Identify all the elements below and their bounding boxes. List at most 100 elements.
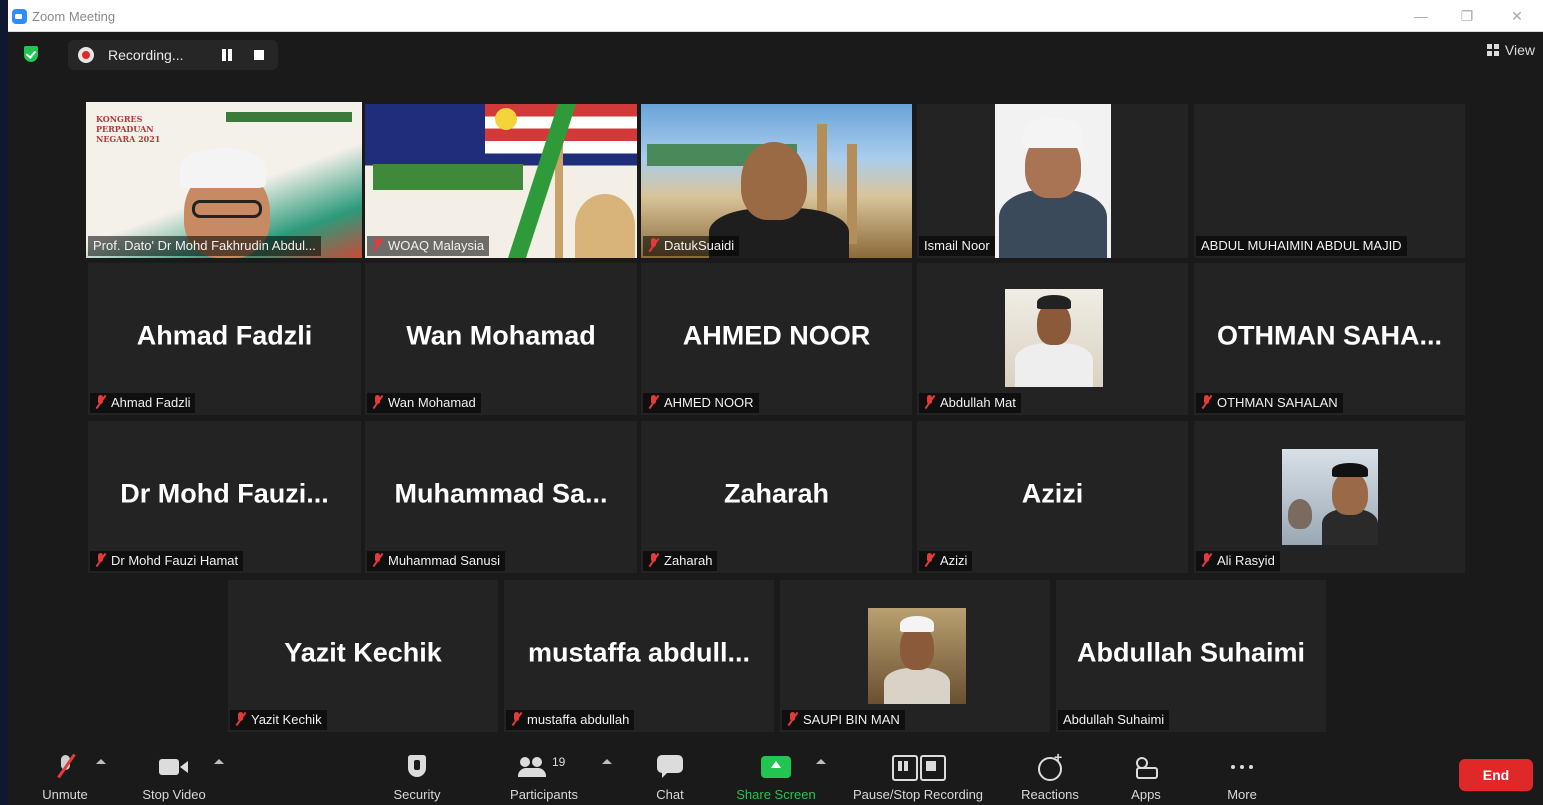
- glasses-graphic: [192, 200, 262, 218]
- muted-microphone-icon: [58, 755, 72, 779]
- share-screen-button[interactable]: Share Screen: [730, 749, 822, 803]
- participant-name: Ahmad Fadzli: [111, 395, 191, 410]
- apps-icon: [1134, 755, 1158, 779]
- video-tile[interactable]: Yazit Kechik Yazit Kechik: [228, 580, 498, 732]
- participant-name-tag: OTHMAN SAHALAN: [1196, 393, 1343, 413]
- participant-display-name: Wan Mohamad: [406, 320, 596, 351]
- participant-name-tag: Wan Mohamad: [367, 393, 481, 413]
- dome-graphic: [575, 194, 635, 258]
- participant-name: SAUPI BIN MAN: [803, 712, 900, 727]
- participant-cap-graphic: [1332, 463, 1368, 477]
- participant-name-tag: Abdullah Mat: [919, 393, 1021, 413]
- participant-name-tag: ABDUL MUHAIMIN ABDUL MAJID: [1196, 236, 1407, 256]
- share-options-caret-icon[interactable]: [816, 759, 826, 764]
- muted-mic-icon: [924, 553, 935, 567]
- recording-dot-icon: [78, 47, 94, 63]
- participant-name-tag: AHMED NOOR: [643, 393, 759, 413]
- unmute-button[interactable]: Unmute: [30, 749, 100, 803]
- pause-stop-recording-button[interactable]: Pause/Stop Recording: [844, 749, 992, 803]
- participant-name: Wan Mohamad: [388, 395, 476, 410]
- video-tile[interactable]: Azizi Azizi: [917, 421, 1188, 573]
- pause-stop-recording-icon: [890, 755, 946, 781]
- video-tile[interactable]: Ali Rasyid: [1194, 421, 1465, 573]
- participant-name: DatukSuaidi: [664, 238, 735, 253]
- video-tile[interactable]: AHMED NOOR AHMED NOOR: [641, 263, 912, 415]
- participant-name-tag: Prof. Dato' Dr Mohd Fakhrudin Abdul...: [88, 236, 321, 256]
- video-tile[interactable]: Muhammad Sa... Muhammad Sanusi: [365, 421, 637, 573]
- participant-name: OTHMAN SAHALAN: [1217, 395, 1338, 410]
- stop-video-button[interactable]: Stop Video: [134, 749, 214, 803]
- video-tile[interactable]: Zaharah Zaharah: [641, 421, 912, 573]
- window-title: Zoom Meeting: [32, 9, 116, 24]
- end-meeting-button[interactable]: End: [1459, 759, 1533, 791]
- video-tile[interactable]: Wan Mohamad Wan Mohamad: [365, 263, 637, 415]
- share-screen-icon: [761, 755, 791, 779]
- zoom-logo-icon: [12, 9, 27, 24]
- participant-name-tag: Muhammad Sanusi: [367, 551, 505, 571]
- video-tile-speaker[interactable]: KONGRES PERPADUAN NEGARA 2021 Prof. Dato' …: [86, 102, 362, 258]
- stop-recording-icon[interactable]: [254, 50, 264, 60]
- video-tile[interactable]: ABDUL MUHAIMIN ABDUL MAJID: [1194, 104, 1465, 258]
- zoom-meeting-window: Zoom Meeting — ❐ ✕ Recording... View KON…: [8, 0, 1543, 805]
- security-button[interactable]: Security: [382, 749, 452, 803]
- video-tile[interactable]: OTHMAN SAHA... OTHMAN SAHALAN: [1194, 263, 1465, 415]
- reactions-button[interactable]: Reactions: [1012, 749, 1088, 803]
- participants-button[interactable]: 19 Participants: [500, 749, 588, 803]
- participant-name-tag: Zaharah: [643, 551, 718, 571]
- participant-name-tag: DatukSuaidi: [643, 236, 740, 256]
- congress-banner-graphic: KONGRES PERPADUAN NEGARA 2021: [96, 114, 161, 144]
- audio-options-caret-icon[interactable]: [96, 759, 106, 764]
- participant-name: Dr Mohd Fauzi Hamat: [111, 553, 239, 568]
- participant-name: Ali Rasyid: [1217, 553, 1275, 568]
- meeting-toolbar: Unmute Stop Video Security 19 Participan…: [8, 745, 1543, 805]
- participant-name: Ismail Noor: [924, 238, 990, 253]
- more-button[interactable]: More: [1216, 749, 1268, 803]
- participant-name: ABDUL MUHAIMIN ABDUL MAJID: [1201, 238, 1402, 253]
- video-tile[interactable]: Abdullah Mat: [917, 263, 1188, 415]
- participant-video: [1282, 449, 1378, 545]
- apps-button[interactable]: Apps: [1120, 749, 1172, 803]
- video-tile[interactable]: DatukSuaidi: [641, 104, 912, 258]
- arabic-banner-graphic: [373, 164, 523, 190]
- meeting-top-bar: Recording... View: [8, 32, 1543, 76]
- background-person-graphic: [1288, 499, 1312, 529]
- recording-label: Recording...: [108, 47, 184, 63]
- participant-video: [1005, 289, 1103, 387]
- participant-name: Abdullah Mat: [940, 395, 1016, 410]
- video-tile[interactable]: Ahmad Fadzli Ahmad Fadzli: [88, 263, 361, 415]
- flag-star-graphic: [495, 108, 517, 130]
- video-tile[interactable]: Dr Mohd Fauzi... Dr Mohd Fauzi Hamat: [88, 421, 361, 573]
- pause-recording-icon[interactable]: [220, 49, 234, 61]
- participant-name-tag: mustaffa abdullah: [506, 710, 635, 730]
- close-icon[interactable]: ✕: [1503, 5, 1531, 27]
- video-tile[interactable]: SAUPI BIN MAN: [780, 580, 1050, 732]
- chat-label: Chat: [656, 787, 684, 802]
- encryption-shield-icon[interactable]: [24, 46, 38, 62]
- participant-face-graphic: [741, 142, 807, 220]
- restore-icon[interactable]: ❐: [1453, 5, 1481, 27]
- participant-name: Prof. Dato' Dr Mohd Fakhrudin Abdul...: [93, 238, 316, 253]
- participant-name: Abdullah Suhaimi: [1063, 712, 1165, 727]
- participant-name-tag: Yazit Kechik: [230, 710, 327, 730]
- participant-cap-graphic: [1037, 295, 1071, 309]
- pause-stop-recording-label: Pause/Stop Recording: [852, 787, 984, 802]
- participants-label: Participants: [510, 787, 578, 802]
- flag-canton-graphic: [365, 104, 485, 154]
- reactions-label: Reactions: [1021, 787, 1079, 802]
- muted-mic-icon: [372, 238, 383, 252]
- participant-display-name: Abdullah Suhaimi: [1076, 637, 1305, 668]
- view-button[interactable]: View: [1486, 42, 1535, 64]
- chat-button[interactable]: Chat: [644, 749, 696, 803]
- minimize-icon[interactable]: —: [1407, 5, 1435, 27]
- more-ellipsis-icon: [1227, 755, 1257, 779]
- title-bar: Zoom Meeting — ❐ ✕: [8, 0, 1543, 32]
- muted-mic-icon: [924, 395, 935, 409]
- video-tile[interactable]: WOAQ Malaysia: [365, 104, 637, 258]
- video-tile[interactable]: Ismail Noor: [917, 104, 1188, 258]
- video-options-caret-icon[interactable]: [214, 759, 224, 764]
- participants-options-caret-icon[interactable]: [602, 759, 612, 764]
- video-tile[interactable]: mustaffa abdull... mustaffa abdullah: [504, 580, 774, 732]
- participant-video: [917, 104, 1188, 258]
- participant-display-name: Ahmad Fadzli: [136, 320, 313, 351]
- video-tile[interactable]: Abdullah Suhaimi Abdullah Suhaimi: [1056, 580, 1326, 732]
